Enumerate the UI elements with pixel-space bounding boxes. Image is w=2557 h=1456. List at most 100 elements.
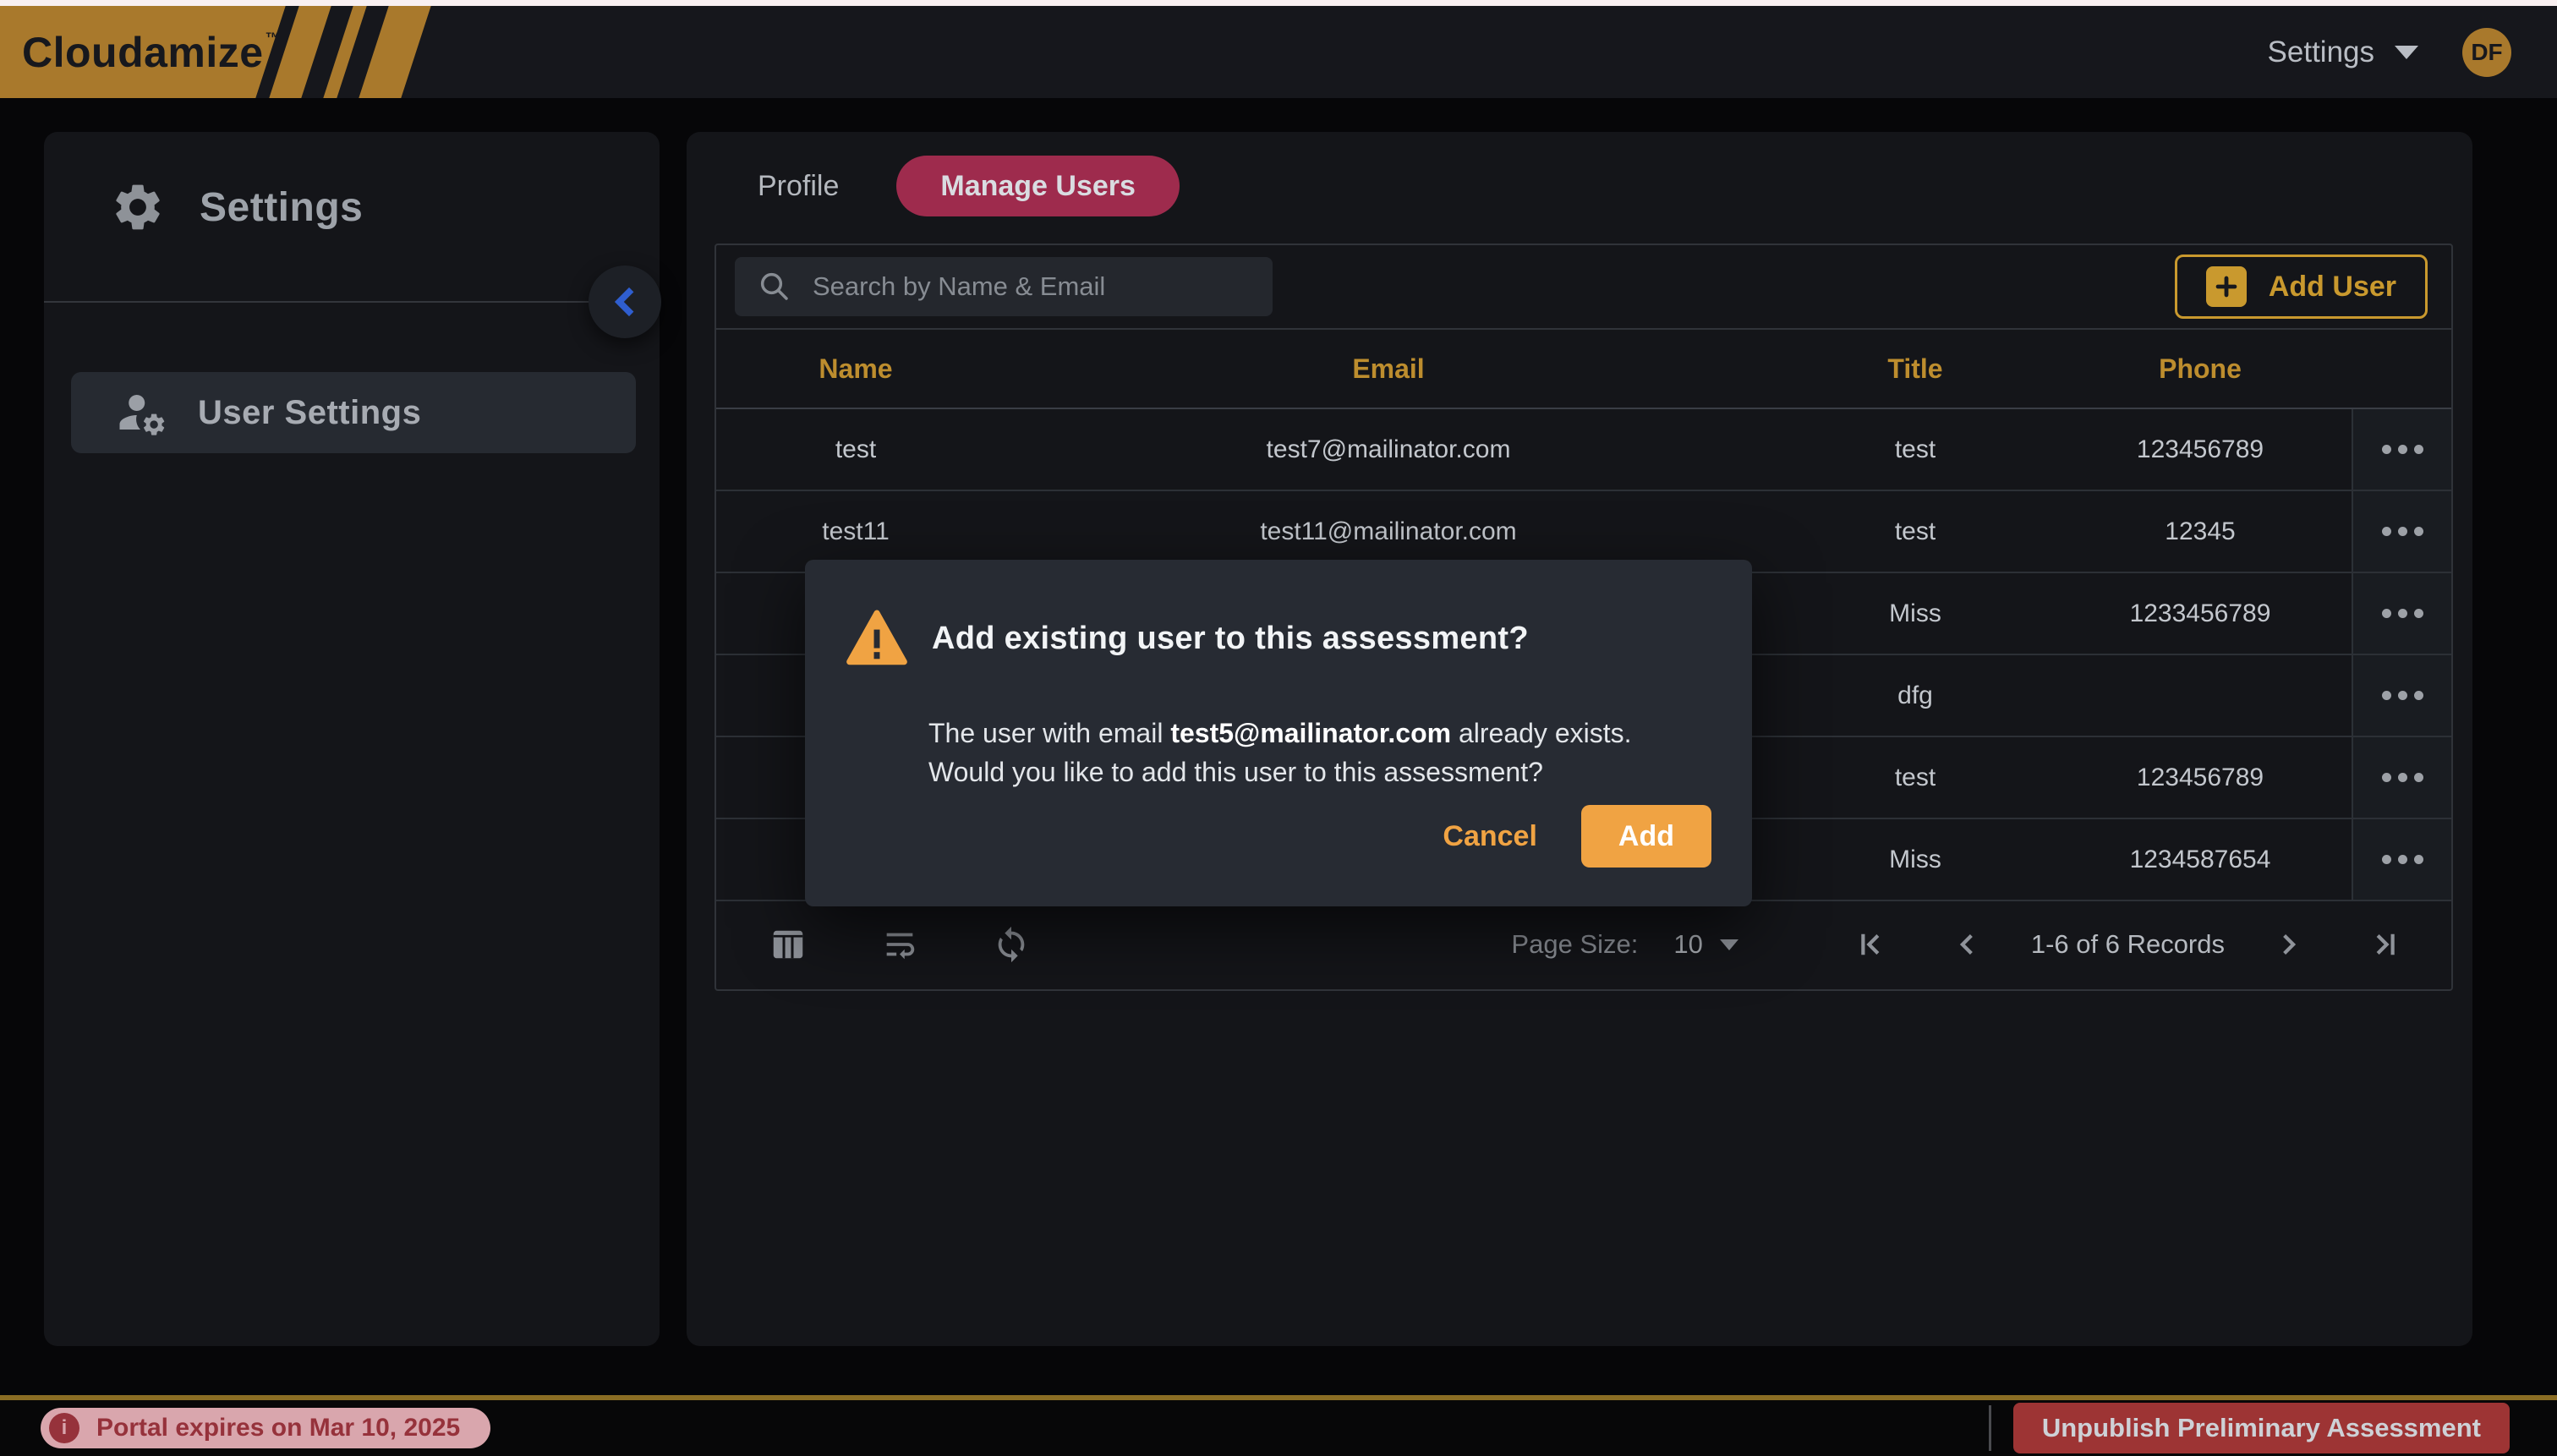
avatar[interactable]: DF — [2462, 28, 2511, 77]
sidebar: Settings User Settings — [44, 132, 660, 1346]
cancel-button[interactable]: Cancel — [1437, 819, 1542, 854]
trademark-symbol: ™ — [266, 30, 282, 47]
search-input[interactable] — [811, 271, 1251, 303]
cell-email: test11@mailinator.com — [995, 517, 1782, 546]
cell-title: test — [1782, 764, 2049, 792]
logo-stripe — [323, 6, 366, 98]
plus-icon — [2206, 266, 2247, 307]
cell-actions — [2352, 819, 2451, 900]
table-header-row: Name Email Title Phone — [716, 330, 2451, 409]
warning-icon — [846, 605, 908, 671]
last-page-button[interactable] — [2367, 927, 2402, 962]
info-icon — [49, 1413, 79, 1443]
columns-button[interactable] — [769, 925, 808, 964]
chevron-left-icon — [608, 285, 642, 319]
cell-actions — [2352, 491, 2451, 572]
pager-controls: 1-6 of 6 Records — [1853, 927, 2402, 962]
search-box — [735, 257, 1273, 316]
chevron-left-icon — [1950, 927, 1985, 962]
cell-actions — [2352, 573, 2451, 654]
cell-actions — [2352, 409, 2451, 490]
row-actions-button[interactable] — [2370, 597, 2435, 630]
pagination: Page Size: 10 1-6 of 6 Records — [1511, 927, 2402, 962]
first-page-icon — [1853, 927, 1889, 962]
first-page-button[interactable] — [1853, 927, 1889, 962]
records-count: 1-6 of 6 Records — [2031, 929, 2225, 960]
window-top-strip — [0, 0, 2557, 6]
unpublish-preliminary-assessment-button[interactable]: Unpublish Preliminary Assessment — [2013, 1403, 2510, 1453]
sidebar-divider — [44, 301, 660, 303]
previous-page-button[interactable] — [1950, 927, 1985, 962]
next-page-button[interactable] — [2270, 927, 2306, 962]
modal-body-email: test5@mailinator.com — [1170, 718, 1451, 748]
row-actions-button[interactable] — [2370, 433, 2435, 466]
row-actions-button[interactable] — [2370, 843, 2435, 876]
topbar: Cloudamize™ Settings DF — [0, 6, 2557, 98]
row-actions-button[interactable] — [2370, 515, 2435, 548]
column-header-phone: Phone — [2049, 353, 2352, 385]
page-size-label: Page Size: — [1511, 929, 1638, 960]
tab-manage-users[interactable]: Manage Users — [896, 156, 1180, 216]
add-user-button[interactable]: Add User — [2175, 255, 2428, 319]
modal-body: The user with email test5@mailinator.com… — [928, 714, 1715, 791]
row-actions-button[interactable] — [2370, 761, 2435, 794]
bottombar: Portal expires on Mar 10, 2025 Unpublish… — [0, 1395, 2557, 1456]
page: Cloudamize™ Settings DF Settings User Se… — [0, 0, 2557, 1456]
cell-actions — [2352, 655, 2451, 736]
cell-name: test — [716, 435, 995, 464]
nav-settings-label: Settings — [2268, 36, 2374, 69]
tabs: Profile Manage Users — [753, 156, 1180, 216]
brand-name: Cloudamize™ — [22, 28, 281, 77]
page-size-select[interactable]: 10 — [1668, 928, 1743, 961]
table-footer: Page Size: 10 1-6 of 6 Records — [716, 901, 2451, 988]
table-footer-tools — [769, 925, 1031, 964]
gear-icon — [110, 179, 166, 235]
row-actions-button[interactable] — [2370, 679, 2435, 712]
cell-phone: 12345 — [2049, 517, 2352, 546]
topbar-right: Settings DF — [2263, 6, 2511, 98]
chevron-down-icon — [1720, 939, 1738, 950]
portal-expiry-text: Portal expires on Mar 10, 2025 — [96, 1414, 460, 1442]
cell-title: dfg — [1782, 681, 2049, 710]
cell-email: test7@mailinator.com — [995, 435, 1782, 464]
sidebar-collapse-button[interactable] — [589, 265, 661, 338]
sidebar-item-user-settings[interactable]: User Settings — [71, 372, 636, 453]
cell-phone: 123456789 — [2049, 435, 2352, 464]
modal-actions: Cancel Add — [1437, 805, 1711, 868]
modal-body-text: The user with email — [928, 718, 1170, 748]
refresh-button[interactable] — [992, 925, 1031, 964]
wrap-text-icon — [880, 925, 919, 964]
add-user-label: Add User — [2269, 271, 2396, 304]
table-row: test test7@mailinator.com test 123456789 — [716, 409, 2451, 491]
last-page-icon — [2367, 927, 2402, 962]
add-button[interactable]: Add — [1581, 805, 1711, 868]
bottombar-right: Unpublish Preliminary Assessment — [1989, 1403, 2510, 1453]
chevron-down-icon — [2395, 46, 2418, 59]
modal-header: Add existing user to this assessment? — [846, 605, 1529, 671]
vertical-divider — [1989, 1405, 1991, 1451]
portal-expiry-badge: Portal expires on Mar 10, 2025 — [41, 1408, 490, 1448]
cell-phone: 1234587654 — [2049, 846, 2352, 874]
nav-settings-dropdown[interactable]: Settings — [2263, 35, 2423, 70]
cell-title: Miss — [1782, 599, 2049, 628]
add-existing-user-dialog: Add existing user to this assessment? Th… — [805, 560, 1752, 906]
cell-title: test — [1782, 517, 2049, 546]
cell-title: test — [1782, 435, 2049, 464]
logo-stripe — [359, 6, 430, 98]
cell-phone: 1233456789 — [2049, 599, 2352, 628]
chevron-right-icon — [2270, 927, 2306, 962]
column-header-email: Email — [995, 353, 1782, 385]
brand-logo: Cloudamize™ — [0, 6, 490, 98]
table-toolbar: Add User — [716, 245, 2451, 330]
modal-title: Add existing user to this assessment? — [932, 621, 1529, 657]
cell-name: test11 — [716, 517, 995, 546]
column-header-title: Title — [1782, 353, 2049, 385]
cell-phone: 123456789 — [2049, 764, 2352, 792]
tab-profile[interactable]: Profile — [753, 169, 844, 204]
user-settings-icon — [117, 387, 167, 438]
refresh-icon — [992, 925, 1031, 964]
wrap-text-button[interactable] — [880, 925, 919, 964]
sidebar-item-label: User Settings — [198, 394, 421, 432]
cell-actions — [2352, 737, 2451, 818]
sidebar-title: Settings — [200, 184, 363, 231]
